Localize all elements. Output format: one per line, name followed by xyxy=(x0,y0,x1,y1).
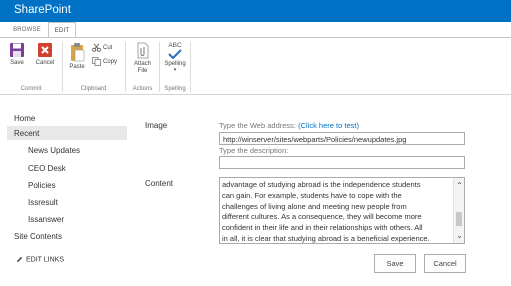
app-title[interactable]: SharePoint xyxy=(14,4,71,16)
nav-item-issresult[interactable]: Issresult xyxy=(28,198,58,207)
attach-file-label-line2: File xyxy=(137,68,148,74)
tab-edit[interactable]: EDIT xyxy=(48,22,76,38)
scroll-up-icon[interactable]: ⌃ xyxy=(454,180,464,191)
clipboard-group-label: Clipboard xyxy=(80,86,107,92)
spelling-abc-text: ABC xyxy=(168,42,182,49)
attach-file-icon xyxy=(137,42,148,59)
web-address-hint: Type the Web address: (Click here to tes… xyxy=(219,121,359,130)
content-editor-text[interactable]: advantage of studying abroad is the inde… xyxy=(222,180,452,243)
checkmark-icon xyxy=(168,49,182,59)
nav-item-news-updates[interactable]: News Updates xyxy=(28,146,80,155)
scissors-icon xyxy=(92,43,101,52)
cancel-button[interactable]: Cancel xyxy=(424,254,466,273)
actions-group-label: Actions xyxy=(132,86,153,92)
content-editor[interactable]: advantage of studying abroad is the inde… xyxy=(219,177,465,244)
commit-group-label: Commit xyxy=(20,86,42,92)
attach-file-button[interactable]: Attach File xyxy=(129,42,156,75)
test-link[interactable]: (Click here to test) xyxy=(298,121,359,130)
copy-button[interactable]: Copy xyxy=(92,57,117,67)
nav-item-ceo-desk[interactable]: CEO Desk xyxy=(28,164,66,173)
ribbon: Save Cancel Commit Paste Cut Copy Clipbo… xyxy=(0,37,511,95)
group-divider xyxy=(190,42,191,92)
clipboard-group: Paste Cut Copy Clipboard xyxy=(63,38,124,95)
actions-group: Attach File Actions xyxy=(126,38,159,95)
ribbon-cancel-label: Cancel xyxy=(35,60,55,66)
ribbon-tabs: BROWSE EDIT xyxy=(0,22,511,38)
dropdown-arrow-icon: ▾ xyxy=(173,67,177,73)
nav-item-site-contents[interactable]: Site Contents xyxy=(14,232,62,241)
tab-browse[interactable]: BROWSE xyxy=(8,22,46,38)
commit-group: Save Cancel Commit xyxy=(0,38,62,95)
spelling-group: ABC Spelling ▾ Spelling xyxy=(160,38,190,95)
spelling-button[interactable]: ABC Spelling ▾ xyxy=(161,42,189,73)
save-icon xyxy=(10,43,24,57)
paste-label: Paste xyxy=(69,64,85,70)
paste-icon xyxy=(71,43,85,62)
web-address-hint-text: Type the Web address: xyxy=(219,121,296,130)
edit-links-button[interactable]: EDIT LINKS xyxy=(16,256,64,263)
nav-item-policies[interactable]: Policies xyxy=(28,181,56,190)
scroll-down-icon[interactable]: ⌄ xyxy=(454,230,464,241)
edit-links-label: EDIT LINKS xyxy=(26,256,64,264)
ribbon-save-label: Save xyxy=(10,60,24,66)
nav-item-recent[interactable]: Recent xyxy=(14,129,39,138)
content-field-label: Content xyxy=(145,179,174,188)
cut-label: Cut xyxy=(103,45,113,52)
cut-button[interactable]: Cut xyxy=(92,43,112,53)
paste-button[interactable]: Paste xyxy=(66,42,88,71)
description-hint: Type the description: xyxy=(219,146,289,155)
pencil-icon xyxy=(17,256,23,262)
ribbon-cancel-button[interactable]: Cancel xyxy=(31,42,59,67)
nav-item-home[interactable]: Home xyxy=(14,114,35,123)
attach-file-label-line1: Attach xyxy=(133,61,151,67)
ribbon-save-button[interactable]: Save xyxy=(6,42,28,67)
scrollbar-thumb[interactable] xyxy=(456,212,462,226)
nav-item-issanswer[interactable]: Issanswer xyxy=(28,215,64,224)
image-field-label: Image xyxy=(145,121,168,130)
image-description-input[interactable] xyxy=(219,156,465,169)
copy-label: Copy xyxy=(103,59,118,66)
spelling-group-label: Spelling xyxy=(164,86,186,92)
cancel-icon xyxy=(38,43,52,57)
content-scrollbar[interactable]: ⌃ ⌄ xyxy=(453,178,464,243)
image-url-input[interactable]: http://winserver/sites/webparts/Policies… xyxy=(219,132,465,145)
save-button[interactable]: Save xyxy=(374,254,416,273)
copy-icon xyxy=(92,57,101,66)
suite-bar: SharePoint xyxy=(0,0,511,22)
